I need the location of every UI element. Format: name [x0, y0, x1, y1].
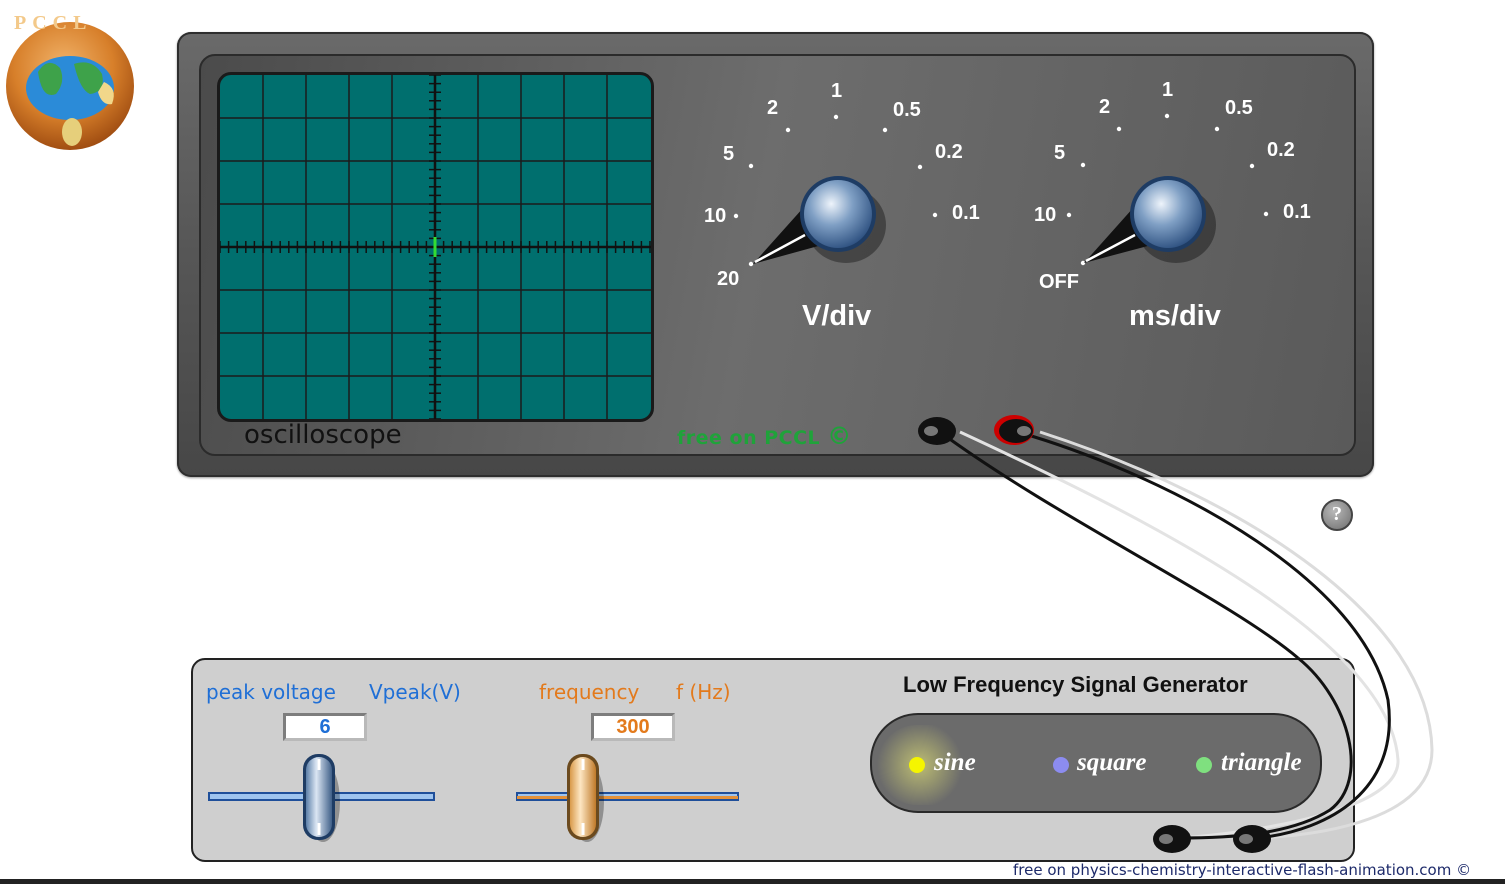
footer-credit[interactable]: free on physics-chemistry-interactive-fl… [1013, 861, 1471, 879]
generator-jack-left [1153, 825, 1191, 853]
scope-signal-jack [994, 415, 1034, 445]
bottom-bar [0, 879, 1505, 884]
generator-jack-right [1233, 825, 1271, 853]
scope-ground-jack [918, 417, 956, 445]
connection-cables [918, 415, 1434, 853]
